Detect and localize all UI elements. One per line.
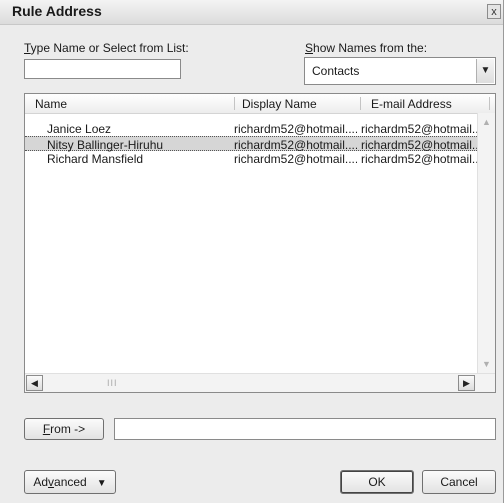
scroll-thumb-grip[interactable]: III — [107, 378, 118, 388]
from-recipients-field[interactable] — [114, 418, 496, 440]
advanced-button[interactable]: Advanced ▼ — [24, 470, 116, 494]
address-book-select[interactable]: Contacts ▼ — [304, 57, 496, 85]
advanced-label-a: Ad — [33, 475, 49, 489]
search-label-rest: ype Name or Select from List: — [30, 41, 189, 55]
list-item[interactable]: Richard Mansfield richardm52@hotmail....… — [25, 151, 477, 166]
ok-button[interactable]: OK — [340, 470, 414, 494]
column-header-display-name[interactable]: Display Name — [242, 97, 317, 111]
scroll-down-icon[interactable]: ▼ — [482, 359, 491, 369]
from-button[interactable]: From -> — [24, 418, 104, 440]
column-header-name[interactable]: Name — [35, 97, 67, 111]
list-item[interactable]: Janice Loez richardm52@hotmail.... richa… — [25, 121, 477, 136]
contact-display-name: richardm52@hotmail.... — [234, 152, 357, 166]
contact-name: Nitsy Ballinger-Hiruhu — [47, 138, 164, 152]
list-header: Name Display Name E-mail Address — [25, 94, 495, 114]
search-label-mnemonic: T — [24, 41, 31, 55]
contact-email: richardm52@hotmail.... — [361, 138, 477, 152]
vertical-scrollbar[interactable]: ▲ ▼ — [477, 113, 495, 373]
cancel-button[interactable]: Cancel — [422, 470, 496, 494]
rule-address-dialog: Rule Address x Type Name or Select from … — [0, 0, 504, 503]
dropdown-arrow-icon: ▼ — [96, 478, 107, 489]
from-button-rest: rom -> — [50, 422, 86, 436]
column-divider[interactable] — [489, 97, 490, 110]
contact-display-name: richardm52@hotmail.... — [234, 122, 357, 136]
chevron-down-icon[interactable]: ▼ — [476, 59, 494, 83]
dialog-title: Rule Address — [12, 3, 102, 19]
horizontal-scrollbar[interactable]: ◀ III ▶ — [25, 373, 495, 392]
list-item[interactable]: Nitsy Ballinger-Hiruhu richardm52@hotmai… — [25, 136, 477, 152]
close-icon[interactable]: x — [487, 4, 501, 19]
column-header-email[interactable]: E-mail Address — [371, 97, 452, 111]
scroll-right-icon[interactable]: ▶ — [458, 375, 475, 391]
contact-display-name: richardm52@hotmail.... — [234, 138, 357, 152]
search-label: Type Name or Select from List: — [24, 41, 189, 55]
column-divider[interactable] — [360, 97, 361, 110]
address-book-value: Contacts — [312, 64, 360, 78]
source-label-rest: how Names from the: — [313, 41, 428, 55]
address-list[interactable]: Name Display Name E-mail Address Janice … — [24, 93, 496, 393]
contact-email: richardm52@hotmail.... — [361, 152, 477, 166]
scroll-up-icon[interactable]: ▲ — [482, 117, 491, 127]
scroll-left-icon[interactable]: ◀ — [26, 375, 43, 391]
contact-email: richardm52@hotmail.... — [361, 122, 477, 136]
column-divider[interactable] — [234, 97, 235, 110]
title-bar: Rule Address x — [0, 0, 503, 25]
source-label-mnemonic: S — [305, 41, 314, 55]
search-input[interactable] — [24, 59, 181, 79]
advanced-label-rest: anced — [54, 475, 87, 489]
source-label: Show Names from the: — [305, 41, 427, 55]
contact-name: Richard Mansfield — [47, 152, 144, 166]
contact-name: Janice Loez — [47, 122, 112, 136]
